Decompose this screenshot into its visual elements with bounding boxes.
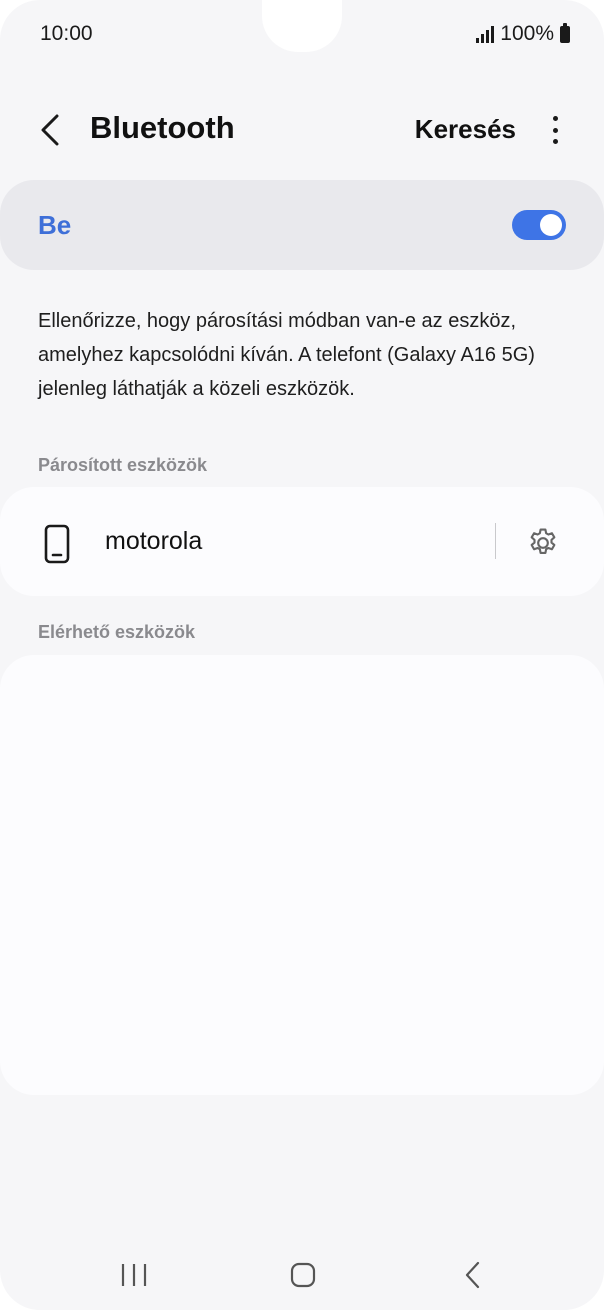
more-dot: [552, 139, 558, 144]
bluetooth-toggle-row[interactable]: Be: [0, 180, 604, 270]
battery-icon: [560, 22, 570, 43]
recents-icon: [121, 1264, 147, 1286]
status-time: 10:00: [40, 22, 93, 45]
nav-back-button[interactable]: [448, 1258, 498, 1292]
paired-devices-card: motorola: [0, 487, 604, 596]
back-button[interactable]: [28, 108, 72, 152]
more-options-button[interactable]: [540, 112, 570, 148]
device-settings-button[interactable]: [524, 524, 562, 562]
search-button[interactable]: Keresés: [415, 114, 516, 145]
available-devices-list: [0, 655, 604, 1095]
screen: 10:00 100% Bluetooth Keresés Be Ellenőri…: [0, 0, 604, 1310]
device-row[interactable]: motorola: [0, 487, 490, 596]
recents-button[interactable]: [109, 1258, 159, 1292]
divider: [495, 523, 496, 559]
more-dot: [552, 127, 558, 133]
back-icon: [465, 1261, 480, 1289]
paired-devices-header: Párosított eszközök: [38, 455, 208, 475]
available-devices-header: Elérhető eszközök: [38, 622, 196, 642]
chevron-left-icon: [41, 114, 59, 146]
gear-icon: [530, 528, 556, 554]
status-bar: 10:00 100%: [0, 0, 604, 70]
smartphone-icon: [44, 524, 70, 564]
more-vertical-icon: [552, 116, 558, 121]
app-header: Bluetooth Keresés: [0, 100, 604, 160]
page-title: Bluetooth: [90, 110, 235, 145]
navigation-bar: [0, 1240, 604, 1310]
status-indicators: 100%: [476, 22, 570, 46]
bluetooth-switch[interactable]: [512, 210, 566, 240]
bluetooth-status-label: Be: [38, 210, 72, 240]
home-button[interactable]: [278, 1258, 328, 1292]
device-name: motorola: [105, 527, 203, 555]
signal-icon: [476, 25, 495, 43]
home-icon: [290, 1262, 316, 1288]
switch-knob: [540, 214, 562, 236]
pairing-description: Ellenőrizze, hogy párosítási módban van-…: [38, 310, 535, 400]
battery-percent: 100%: [500, 22, 554, 45]
